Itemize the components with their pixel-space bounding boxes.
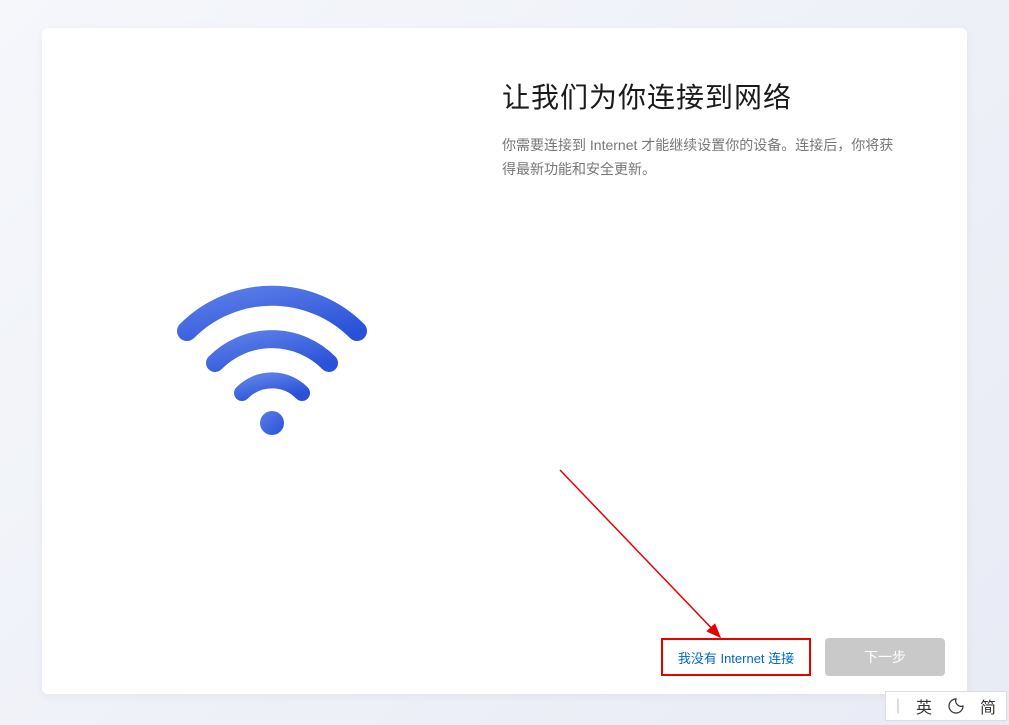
no-internet-link[interactable]: 我没有 Internet 连接 [661,638,811,676]
ime-language[interactable]: 英 [910,692,938,720]
content-panel: 让我们为你连接到网络 你需要连接到 Internet 才能继续设置你的设备。连接… [502,28,967,694]
button-bar: 我没有 Internet 连接 下一步 [661,638,945,676]
page-description: 你需要连接到 Internet 才能继续设置你的设备。连接后，你将获得最新功能和… [502,134,902,182]
illustration-panel [42,28,502,694]
page-title: 让我们为你连接到网络 [502,76,927,116]
next-button[interactable]: 下一步 [825,638,945,676]
ime-moon-icon[interactable] [942,692,970,720]
ime-toolbar: | 英 简 [885,691,1007,721]
wifi-icon [172,261,372,461]
setup-card: 让我们为你连接到网络 你需要连接到 Internet 才能继续设置你的设备。连接… [42,28,967,694]
ime-separator: | [890,692,906,720]
ime-mode[interactable]: 简 [974,692,1002,720]
